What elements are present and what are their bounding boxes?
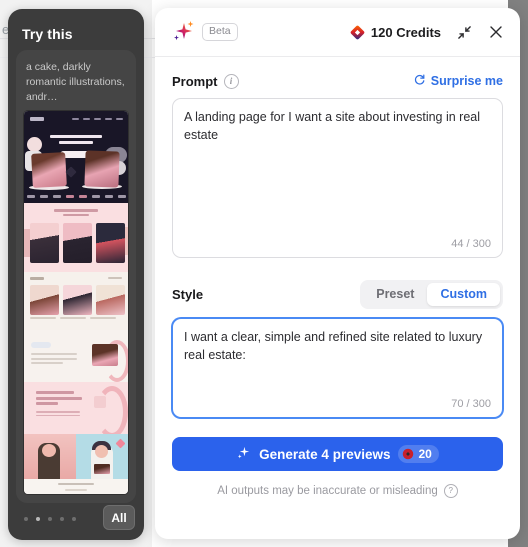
dialog-body: Prompt i Surprise me A landing page for … (155, 57, 520, 498)
thumbnail-quote-heading (36, 391, 82, 408)
prompt-input[interactable]: A landing page for I want a site about i… (172, 98, 503, 258)
thumbnail-cake-right (84, 150, 120, 188)
style-label-group: Style (172, 287, 203, 302)
refresh-icon (413, 73, 426, 89)
carousel-dot[interactable] (60, 517, 64, 521)
sparkle-icon (170, 19, 196, 45)
style-value: I want a clear, simple and refined site … (184, 330, 486, 362)
prompt-label-group: Prompt i (172, 73, 239, 89)
thumbnail-gallery-label (30, 277, 44, 280)
carousel-dot[interactable] (24, 517, 28, 521)
style-option-custom[interactable]: Custom (427, 283, 500, 306)
style-label: Style (172, 287, 204, 302)
suggestion-text: a cake, darkly romantic illustrations, a… (26, 61, 125, 103)
suggestion-thumbnail[interactable] (24, 111, 128, 494)
thumbnail-section-portraits (24, 203, 128, 272)
close-icon[interactable] (487, 23, 505, 41)
thumbnail-section-heading (54, 209, 98, 218)
try-this-title: Try this (22, 26, 73, 42)
thumbnail-gallery-cards (30, 285, 125, 315)
thumbnail-feature-text (31, 353, 77, 367)
thumbnail-nav (72, 118, 123, 120)
thumbnail-decor-1 (27, 137, 42, 152)
generate-cost-value: 20 (418, 447, 432, 461)
style-mode-toggle[interactable]: Preset Custom (360, 280, 503, 309)
carousel-dot-active[interactable] (36, 517, 40, 521)
thumbnail-section-quote (24, 382, 128, 438)
thumbnail-gallery-more (108, 277, 122, 279)
thumbnail-hero-heading (50, 135, 102, 146)
all-button[interactable]: All (103, 505, 135, 530)
credits-label: 120 Credits (370, 24, 441, 40)
disclaimer-text: AI outputs may be inaccurate or misleadi… (217, 485, 438, 497)
dialog-header: Beta 120 Credits (155, 8, 520, 57)
thumbnail-feature-cake (92, 344, 118, 366)
info-icon[interactable]: i (223, 73, 239, 89)
thumbnail-feature-pill (31, 342, 51, 348)
gem-icon (402, 448, 414, 460)
surprise-me-label: Surprise me (430, 74, 503, 88)
thumbnail-hero-section (24, 111, 128, 203)
thumbnail-quote-body (36, 411, 80, 418)
prompt-label: Prompt (172, 73, 218, 89)
collapse-icon[interactable] (455, 23, 473, 41)
style-counter: 70 / 300 (451, 398, 491, 410)
sparkle-icon (236, 445, 251, 463)
thumbnail-heart-icon (65, 166, 77, 178)
thumbnail-quote-swirl (96, 386, 128, 438)
thumbnail-cake-left (31, 152, 67, 188)
try-this-panel: Try this a cake, darkly romantic illustr… (8, 9, 144, 540)
beta-badge: Beta (202, 23, 238, 41)
prompt-value: A landing page for I want a site about i… (184, 110, 484, 142)
generate-previews-button[interactable]: Generate 4 previews 20 (172, 437, 503, 471)
generate-label: Generate 4 previews (259, 446, 391, 462)
thumbnail-gallery-captions (30, 317, 116, 319)
thumbnail-subnav (24, 195, 128, 198)
thumbnail-section-gallery (24, 272, 128, 330)
thumbnail-person-right (76, 434, 128, 479)
surprise-me-button[interactable]: Surprise me (413, 73, 503, 89)
suggestion-card[interactable]: a cake, darkly romantic illustrations, a… (16, 50, 136, 503)
thumbnail-footer (24, 479, 128, 494)
style-input[interactable]: I want a clear, simple and refined site … (172, 318, 503, 418)
dialog-header-actions: 120 Credits (350, 23, 505, 41)
disclaimer: AI outputs may be inaccurate or misleadi… (172, 484, 503, 498)
credits-display[interactable]: 120 Credits (350, 25, 441, 40)
thumbnail-section-people (24, 434, 128, 479)
thumbnail-logo (30, 117, 44, 121)
gem-icon (350, 25, 365, 40)
prompt-header: Prompt i Surprise me (172, 73, 503, 89)
generate-cost-chip: 20 (398, 445, 439, 463)
style-option-preset[interactable]: Preset (363, 283, 427, 306)
style-header: Style Preset Custom (172, 280, 503, 309)
carousel-dots[interactable] (24, 517, 76, 521)
ai-generate-dialog: Beta 120 Credits Prompt i Surprise me A … (155, 8, 520, 539)
prompt-counter: 44 / 300 (451, 238, 491, 250)
carousel-dot[interactable] (48, 517, 52, 521)
carousel-dot[interactable] (72, 517, 76, 521)
thumbnail-person-left (24, 434, 76, 479)
thumbnail-quote-box (94, 396, 106, 408)
help-icon[interactable]: ? (443, 484, 458, 498)
thumbnail-portrait-cards (30, 223, 125, 263)
thumbnail-section-feature (24, 330, 128, 382)
